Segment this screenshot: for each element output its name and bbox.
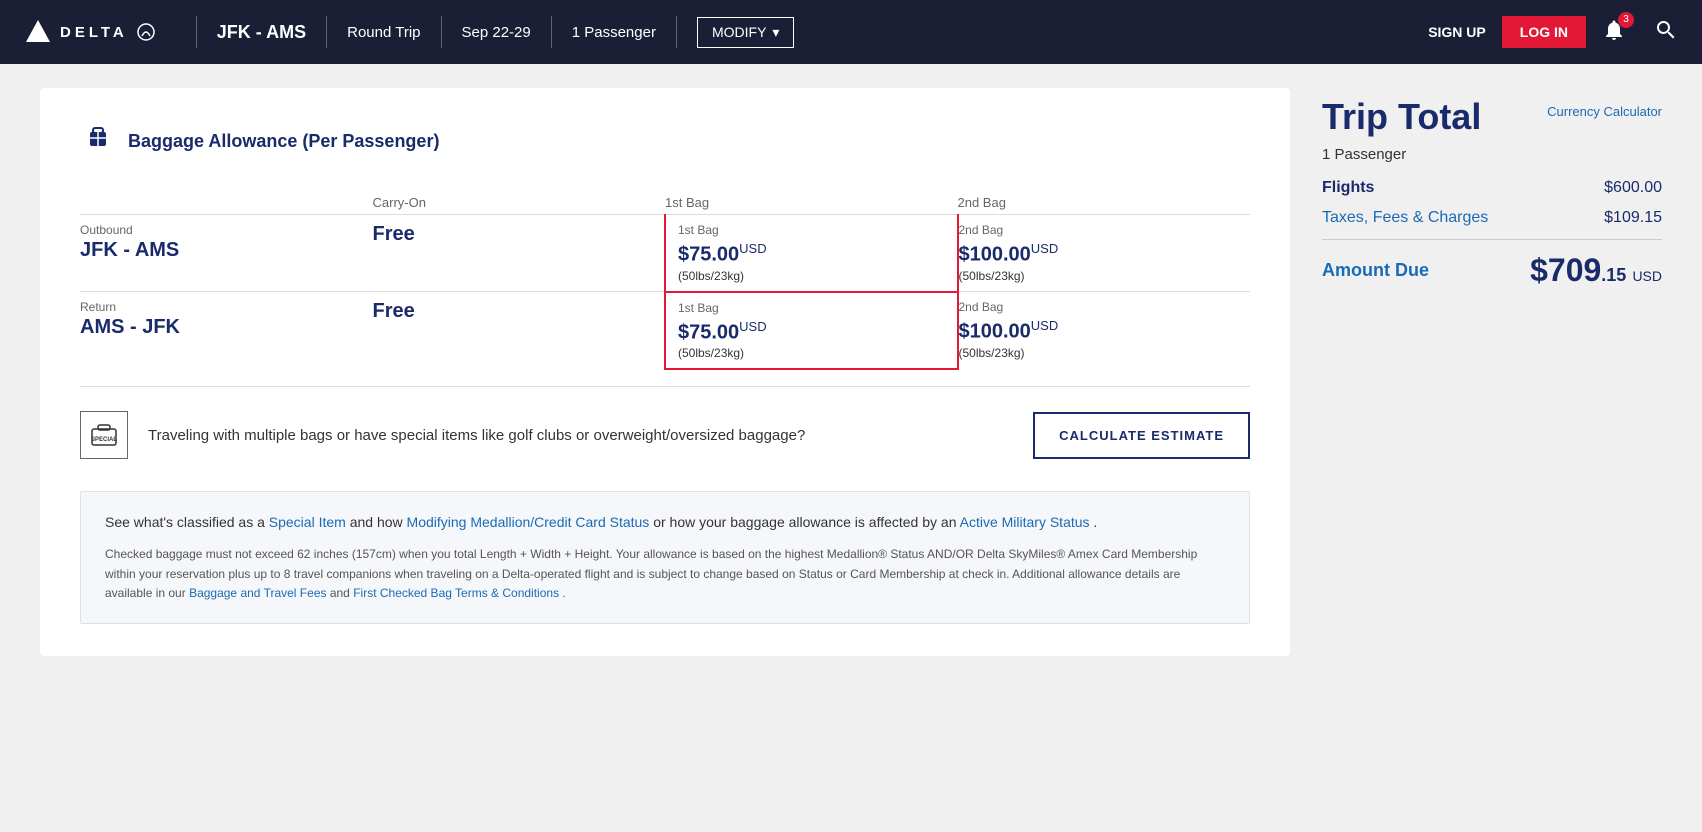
taxes-label: Taxes, Fees & Charges xyxy=(1322,209,1488,227)
chevron-down-icon: ▾ xyxy=(772,24,779,41)
divider-2 xyxy=(326,16,327,48)
estimate-text: Traveling with multiple bags or have spe… xyxy=(148,427,1013,444)
col-header-route xyxy=(80,187,373,215)
col-header-carry: Carry-On xyxy=(373,187,666,215)
info-box: See what's classified as a Special Item … xyxy=(80,491,1250,624)
route-display: JFK - AMS xyxy=(217,22,306,43)
medallion-link[interactable]: Modifying Medallion/Credit Card Status xyxy=(407,514,650,530)
special-baggage-icon: SPECIAL xyxy=(80,411,128,459)
flights-label: Flights xyxy=(1322,179,1374,197)
outbound-1st-bag-price: $75.00USD xyxy=(678,241,945,267)
flights-row: Flights $600.00 xyxy=(1322,179,1662,197)
return-1st-bag-price: $75.00USD xyxy=(678,319,945,345)
delta-sub-icon xyxy=(136,22,156,42)
return-row: Return AMS - JFK Free 1st Bag $75.00USD … xyxy=(80,292,1250,370)
outbound-1st-bag-weight: (50lbs/23kg) xyxy=(678,269,945,283)
return-1st-bag-cell: 1st Bag $75.00USD (50lbs/23kg) xyxy=(665,292,958,370)
calculate-estimate-button[interactable]: CALCULATE ESTIMATE xyxy=(1033,412,1250,459)
baggage-fees-link[interactable]: Baggage and Travel Fees xyxy=(189,586,326,600)
first-bag-link[interactable]: First Checked Bag Terms & Conditions xyxy=(353,586,559,600)
delta-logo[interactable]: DELTA xyxy=(24,18,156,46)
info-box-detail: Checked baggage must not exceed 62 inche… xyxy=(105,545,1225,603)
divider-4 xyxy=(551,16,552,48)
notification-count: 3 xyxy=(1618,12,1634,28)
trip-total-title: Trip Total xyxy=(1322,96,1481,138)
amount-due-label: Amount Due xyxy=(1322,260,1429,281)
delta-logo-icon xyxy=(24,18,52,46)
divider-1 xyxy=(196,16,197,48)
return-2nd-bag-weight: (50lbs/23kg) xyxy=(959,346,1239,360)
outbound-1st-bag-cell: 1st Bag $75.00USD (50lbs/23kg) xyxy=(665,215,958,292)
outbound-carry-on: Free xyxy=(373,223,653,246)
divider-5 xyxy=(676,16,677,48)
baggage-header: Baggage Allowance (Per Passenger) xyxy=(80,120,1250,163)
trip-passenger-count: 1 Passenger xyxy=(1322,146,1662,163)
outbound-2nd-bag-price: $100.00USD xyxy=(959,241,1239,267)
col-header-2nd: 2nd Bag xyxy=(958,187,1251,215)
outbound-2nd-bag-weight: (50lbs/23kg) xyxy=(959,269,1239,283)
col-header-1st: 1st Bag xyxy=(665,187,958,215)
divider-3 xyxy=(441,16,442,48)
baggage-icon xyxy=(80,120,116,163)
signup-link[interactable]: SIGN UP xyxy=(1428,24,1486,40)
return-2nd-bag-price: $100.00USD xyxy=(959,318,1239,344)
outbound-row: Outbound JFK - AMS Free 1st Bag $75.00US… xyxy=(80,215,1250,292)
return-label: Return xyxy=(80,300,361,314)
search-icon[interactable] xyxy=(1654,18,1678,47)
baggage-table: Carry-On 1st Bag 2nd Bag Outbound JFK - … xyxy=(80,187,1250,370)
estimate-section: SPECIAL Traveling with multiple bags or … xyxy=(80,386,1250,483)
outbound-label: Outbound xyxy=(80,223,361,237)
logo-text: DELTA xyxy=(60,24,128,41)
return-1st-bag-weight: (50lbs/23kg) xyxy=(678,346,945,360)
main-container: Baggage Allowance (Per Passenger) Carry-… xyxy=(0,64,1702,680)
taxes-row: Taxes, Fees & Charges $109.15 xyxy=(1322,209,1662,227)
modify-button[interactable]: MODIFY ▾ xyxy=(697,17,794,48)
trip-divider xyxy=(1322,239,1662,240)
taxes-value: $109.15 xyxy=(1604,209,1662,227)
return-route: AMS - JFK xyxy=(80,316,361,339)
trip-type-display: Round Trip xyxy=(347,24,420,41)
header: DELTA JFK - AMS Round Trip Sep 22-29 1 P… xyxy=(0,0,1702,64)
login-button[interactable]: LOG IN xyxy=(1502,16,1586,48)
outbound-2nd-bag-label: 2nd Bag xyxy=(959,223,1239,237)
amount-due-value: $709.15 USD xyxy=(1530,252,1662,289)
info-box-main: See what's classified as a Special Item … xyxy=(105,512,1225,533)
special-item-link[interactable]: Special Item xyxy=(269,514,346,530)
notification-bell[interactable]: 3 xyxy=(1602,18,1626,47)
outbound-1st-bag-label: 1st Bag xyxy=(678,223,945,237)
military-link[interactable]: Active Military Status xyxy=(960,514,1090,530)
baggage-title: Baggage Allowance (Per Passenger) xyxy=(128,131,439,152)
passengers-display: 1 Passenger xyxy=(572,24,656,41)
return-2nd-bag-label: 2nd Bag xyxy=(959,300,1239,314)
currency-calculator-link[interactable]: Currency Calculator xyxy=(1547,104,1662,119)
return-carry-on: Free xyxy=(373,300,653,323)
outbound-route: JFK - AMS xyxy=(80,239,361,262)
svg-text:SPECIAL: SPECIAL xyxy=(91,437,117,443)
baggage-card: Baggage Allowance (Per Passenger) Carry-… xyxy=(40,88,1290,656)
amount-due-row: Amount Due $709.15 USD xyxy=(1322,252,1662,289)
dates-display: Sep 22-29 xyxy=(462,24,531,41)
trip-total-panel: Trip Total Currency Calculator 1 Passeng… xyxy=(1322,88,1662,656)
flights-value: $600.00 xyxy=(1604,179,1662,197)
return-1st-bag-label: 1st Bag xyxy=(678,301,945,315)
